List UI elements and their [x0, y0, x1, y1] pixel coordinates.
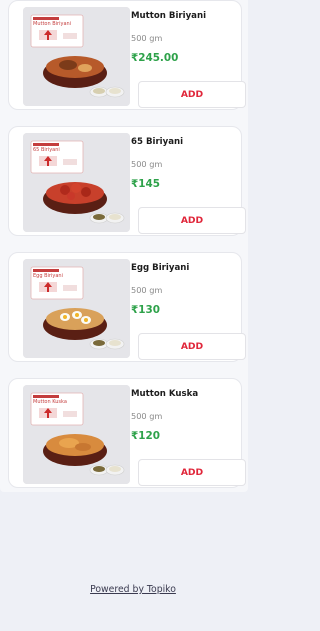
image-label-text: Mutton Kuska — [33, 399, 67, 405]
image-label-text: 65 Biriyani — [33, 147, 60, 153]
biriyani-box-image: 65 Biriyani — [23, 133, 130, 232]
product-image: Egg Biriyani — [23, 259, 130, 358]
product-price: ₹145 — [131, 178, 160, 190]
product-image: Mutton Kuska — [23, 385, 130, 484]
product-name: Mutton Kuska — [131, 389, 199, 399]
powered-by-link[interactable]: Powered by Topiko — [0, 584, 266, 595]
product-image: Mutton Biriyani — [23, 7, 130, 106]
biriyani-box-image: Mutton Kuska — [23, 385, 130, 484]
product-weight: 500 gm — [131, 285, 163, 295]
product-price: ₹245.00 — [131, 52, 179, 64]
image-label-text: Egg Biriyani — [33, 273, 63, 279]
product-card: 65 Biriyani 65 Biriyani 500 gm ₹145 ADD — [8, 126, 246, 236]
product-list: Mutton Biriyani Mutton Biriyani 500 gm ₹… — [0, 0, 248, 492]
product-card: Egg Biriyani Egg Biriyani 500 gm ₹130 AD… — [8, 252, 246, 362]
biriyani-box-image: Egg Biriyani — [23, 259, 130, 358]
product-name: Egg Biriyani — [131, 263, 190, 273]
product-card: Mutton Biriyani Mutton Biriyani 500 gm ₹… — [8, 0, 246, 110]
product-image: 65 Biriyani — [23, 133, 130, 232]
product-price: ₹130 — [131, 304, 160, 316]
product-name: Mutton Biriyani — [131, 11, 207, 21]
add-to-cart-button[interactable]: ADD — [138, 459, 246, 486]
add-to-cart-button[interactable]: ADD — [138, 207, 246, 234]
add-to-cart-button[interactable]: ADD — [138, 81, 246, 108]
product-weight: 500 gm — [131, 33, 163, 43]
product-weight: 500 gm — [131, 159, 163, 169]
product-card: Mutton Kuska Mutton Kuska 500 gm ₹120 AD… — [8, 378, 246, 488]
product-name: 65 Biriyani — [131, 137, 184, 147]
add-to-cart-button[interactable]: ADD — [138, 333, 246, 360]
product-price: ₹120 — [131, 430, 160, 442]
product-weight: 500 gm — [131, 411, 163, 421]
image-label-text: Mutton Biriyani — [33, 21, 71, 27]
biriyani-box-image: Mutton Biriyani — [23, 7, 130, 106]
